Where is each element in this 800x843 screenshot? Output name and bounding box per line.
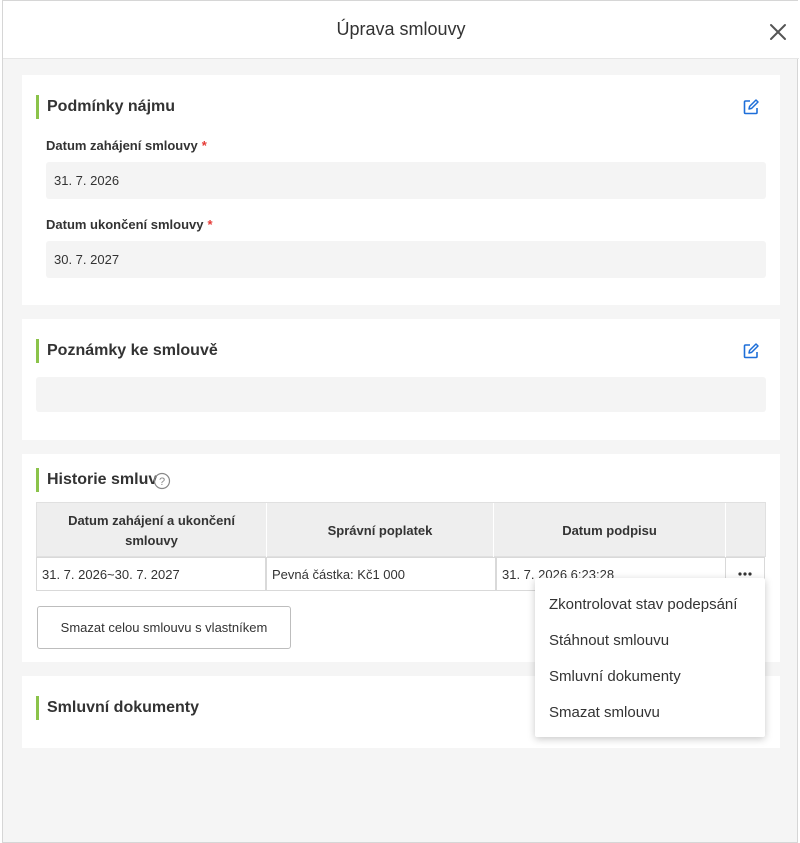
column-header-signed: Datum podpisu <box>494 503 726 558</box>
table-header: Datum zahájení a ukončení smlouvy Správn… <box>36 502 766 558</box>
notes-field[interactable] <box>36 377 766 412</box>
start-date-label-text: Datum zahájení smlouvy <box>46 138 198 153</box>
modal-header: Úprava smlouvy <box>3 1 799 59</box>
help-icon[interactable]: ? <box>153 472 171 490</box>
lease-terms-title: Podmínky nájmu <box>36 95 175 119</box>
row-action-menu: Zkontrolovat stav podepsání Stáhnout sml… <box>535 578 765 737</box>
column-header-period: Datum zahájení a ukončení smlouvy <box>37 503 267 558</box>
history-title: Historie smluv <box>36 468 157 492</box>
menu-item-download[interactable]: Stáhnout smlouvu <box>535 623 765 659</box>
menu-item-delete[interactable]: Smazat smlouvu <box>535 695 765 731</box>
column-header-fee: Správní poplatek <box>267 503 494 558</box>
notes-card: Poznámky ke smlouvě <box>22 319 780 440</box>
more-icon <box>738 572 752 576</box>
required-mark: * <box>201 138 207 153</box>
edit-icon[interactable] <box>742 342 760 360</box>
svg-text:?: ? <box>159 476 165 488</box>
cell-fee: Pevná částka: Kč1 000 <box>266 557 496 591</box>
notes-title: Poznámky ke smlouvě <box>36 339 218 363</box>
end-date-label: Datum ukončení smlouvy * <box>46 217 213 232</box>
edit-icon[interactable] <box>742 98 760 116</box>
column-header-actions <box>726 503 766 558</box>
cell-period: 31. 7. 2026~30. 7. 2027 <box>36 557 266 591</box>
lease-terms-card: Podmínky nájmu Datum zahájení smlouvy * 3… <box>22 75 780 305</box>
start-date-field[interactable]: 31. 7. 2026 <box>46 162 766 199</box>
modal-title: Úprava smlouvy <box>336 19 466 39</box>
end-date-label-text: Datum ukončení smlouvy <box>46 217 204 232</box>
start-date-label: Datum zahájení smlouvy * <box>46 138 207 153</box>
close-icon[interactable] <box>767 21 789 43</box>
menu-item-check-signature[interactable]: Zkontrolovat stav podepsání <box>535 587 765 623</box>
delete-all-contracts-button[interactable]: Smazat celou smlouvu s vlastníkem <box>37 606 291 649</box>
documents-title: Smluvní dokumenty <box>36 696 199 720</box>
end-date-field[interactable]: 30. 7. 2027 <box>46 241 766 278</box>
menu-item-documents[interactable]: Smluvní dokumenty <box>535 659 765 695</box>
required-mark: * <box>207 217 213 232</box>
